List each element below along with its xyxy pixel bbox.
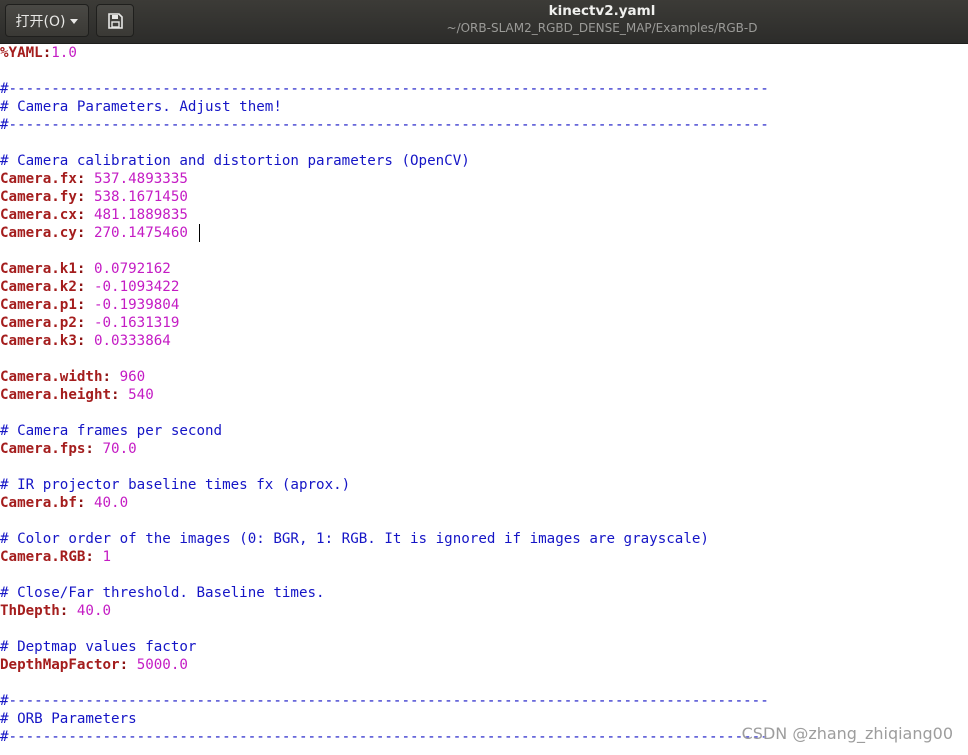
colon: : [85,441,103,457]
yaml-key: Camera.k3 [0,333,77,349]
yaml-key: Camera.p1 [0,297,77,313]
colon: : [76,225,94,241]
yaml-value: 40.0 [93,495,129,511]
code-line: Camera.fy: 538.1671450 [0,188,188,206]
code-comment: #---------------------------------------… [0,81,769,97]
code-comment: # Camera Parameters. Adjust them! [0,99,282,115]
window-subtitle: ~/ORB-SLAM2_RGBD_DENSE_MAP/Examples/RGB-… [446,21,758,35]
yaml-key: Camera.p2 [0,315,77,331]
yaml-key: Camera.k2 [0,279,77,295]
colon: : [76,315,94,331]
colon: : [102,369,120,385]
yaml-value: 1 [102,549,112,565]
colon: : [119,657,137,673]
yaml-key: Camera.fy [0,189,77,205]
code-comment: # Close/Far threshold. Baseline times. [0,585,325,601]
code-line: ThDepth: 40.0 [0,602,111,620]
code-comment: # ORB Parameters [0,711,137,727]
colon: : [76,189,94,205]
code-comment: #---------------------------------------… [0,729,769,745]
yaml-value: 0.0333864 [93,333,171,349]
code-line: Camera.k3: 0.0333864 [0,332,171,350]
yaml-value: 537.4893335 [93,171,188,187]
yaml-key: Camera.bf [0,495,77,511]
yaml-value: 5000.0 [136,657,188,673]
yaml-key: Camera.fps [0,441,86,457]
code-line: Camera.width: 960 [0,368,145,386]
code-line: Camera.k1: 0.0792162 [0,260,171,278]
yaml-value: 1.0 [51,45,77,61]
yaml-value: 481.1889835 [93,207,188,223]
yaml-key: Camera.cx [0,207,77,223]
code-line: Camera.height: 540 [0,386,154,404]
code-line: Camera.RGB: 1 [0,548,111,566]
colon: : [59,603,77,619]
code-comment: # Camera frames per second [0,423,223,439]
yaml-key: Camera.fx [0,171,77,187]
colon: : [76,297,94,313]
colon: : [111,387,129,403]
code-line: Camera.fx: 537.4893335 [0,170,188,188]
colon: : [76,261,94,277]
yaml-key: Camera.RGB [0,549,86,565]
colon: : [76,171,94,187]
yaml-key: Camera.cy [0,225,77,241]
yaml-key: Camera.k1 [0,261,77,277]
code-comment: # Camera calibration and distortion para… [0,153,470,169]
colon: : [76,333,94,349]
yaml-key: ThDepth [0,603,60,619]
watermark: CSDN @zhang_zhiqiang00 [741,724,953,743]
yaml-key: DepthMapFactor [0,657,120,673]
colon: : [76,207,94,223]
yaml-key: Camera.width [0,369,103,385]
code-line: Camera.p2: -0.1631319 [0,314,179,332]
yaml-value: -0.1939804 [93,297,180,313]
yaml-key: %YAML [0,45,43,61]
yaml-value: -0.1093422 [93,279,180,295]
code-line: %YAML:1.0 [0,44,77,62]
colon: : [76,279,94,295]
code-comment: # Deptmap values factor [0,639,197,655]
code-line: DepthMapFactor: 5000.0 [0,656,188,674]
code-comment: #---------------------------------------… [0,693,769,709]
code-comment: # Color order of the images (0: BGR, 1: … [0,531,709,547]
colon: : [76,495,94,511]
yaml-value: -0.1631319 [93,315,180,331]
header-bar: 打开(O) kinectv2.yaml ~/ORB-SLAM2_RGBD_DEN… [0,0,968,44]
code-comment: # IR projector baseline times fx (aprox.… [0,477,351,493]
yaml-value: 540 [128,387,154,403]
yaml-value: 960 [119,369,146,385]
text-editor[interactable]: %YAML:1.0 #-----------------------------… [0,44,968,755]
yaml-value: 40.0 [76,603,112,619]
code-line: Camera.bf: 40.0 [0,494,128,512]
window-title: kinectv2.yaml [548,3,656,19]
code-line: Camera.fps: 70.0 [0,440,137,458]
colon: : [85,549,103,565]
code-line: Camera.cx: 481.1889835 [0,206,188,224]
code-line: Camera.cy: 270.1475460 [0,224,188,242]
yaml-value: 538.1671450 [93,189,188,205]
text-cursor [199,224,200,242]
code-line: Camera.p1: -0.1939804 [0,296,179,314]
code-comment: #---------------------------------------… [0,117,769,133]
yaml-value: 270.1475460 [93,225,188,241]
yaml-key: Camera.height [0,387,112,403]
code-line: Camera.k2: -0.1093422 [0,278,179,296]
yaml-value: 70.0 [102,441,137,457]
colon: : [42,45,52,61]
yaml-value: 0.0792162 [93,261,171,277]
